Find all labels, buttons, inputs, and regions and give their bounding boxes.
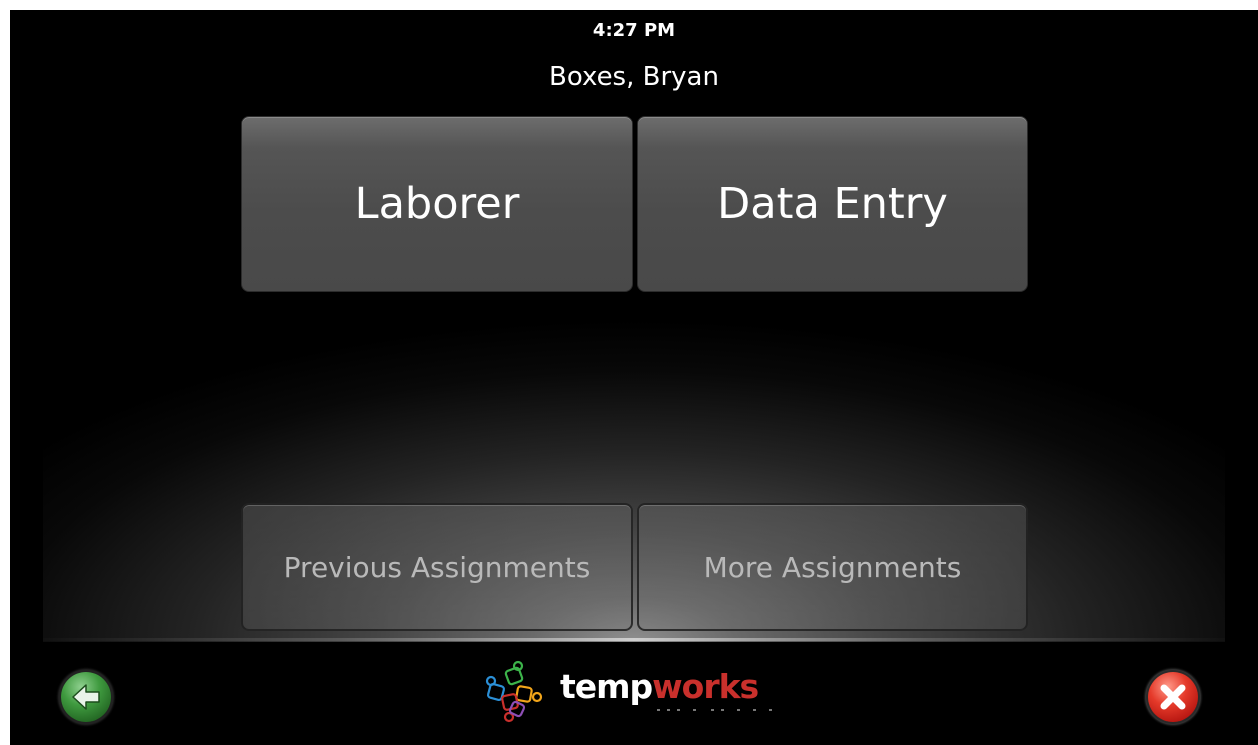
close-icon (1160, 684, 1186, 710)
logo-wordmark-works: works (652, 667, 759, 706)
previous-assignments-label: Previous Assignments (283, 550, 591, 584)
logo-mark-icon (485, 660, 543, 723)
back-arrow-icon (72, 684, 100, 710)
logo-wordmark-temp: temp (560, 667, 653, 706)
glow-divider (43, 638, 1225, 641)
clock-time: 4:27 PM (592, 20, 676, 41)
more-assignments-button[interactable]: More Assignments (637, 503, 1028, 631)
tempworks-logo: tempworks (483, 657, 793, 729)
close-button[interactable] (1148, 672, 1198, 722)
assignment-label: Laborer (354, 179, 520, 229)
logo-wordmark: tempworks (560, 667, 759, 706)
kiosk-screen: 4:27 PM Boxes, Bryan Laborer Data Entry … (10, 10, 1258, 745)
previous-assignments-button[interactable]: Previous Assignments (241, 503, 633, 631)
assignment-button-data-entry[interactable]: Data Entry (637, 116, 1028, 292)
assignment-button-laborer[interactable]: Laborer (241, 116, 633, 292)
background-glow (43, 10, 1225, 642)
back-button[interactable] (61, 672, 111, 722)
more-assignments-label: More Assignments (703, 550, 962, 584)
assignment-label: Data Entry (717, 179, 948, 229)
employee-name: Boxes, Bryan (549, 62, 719, 92)
logo-tagline-dots (657, 709, 772, 711)
